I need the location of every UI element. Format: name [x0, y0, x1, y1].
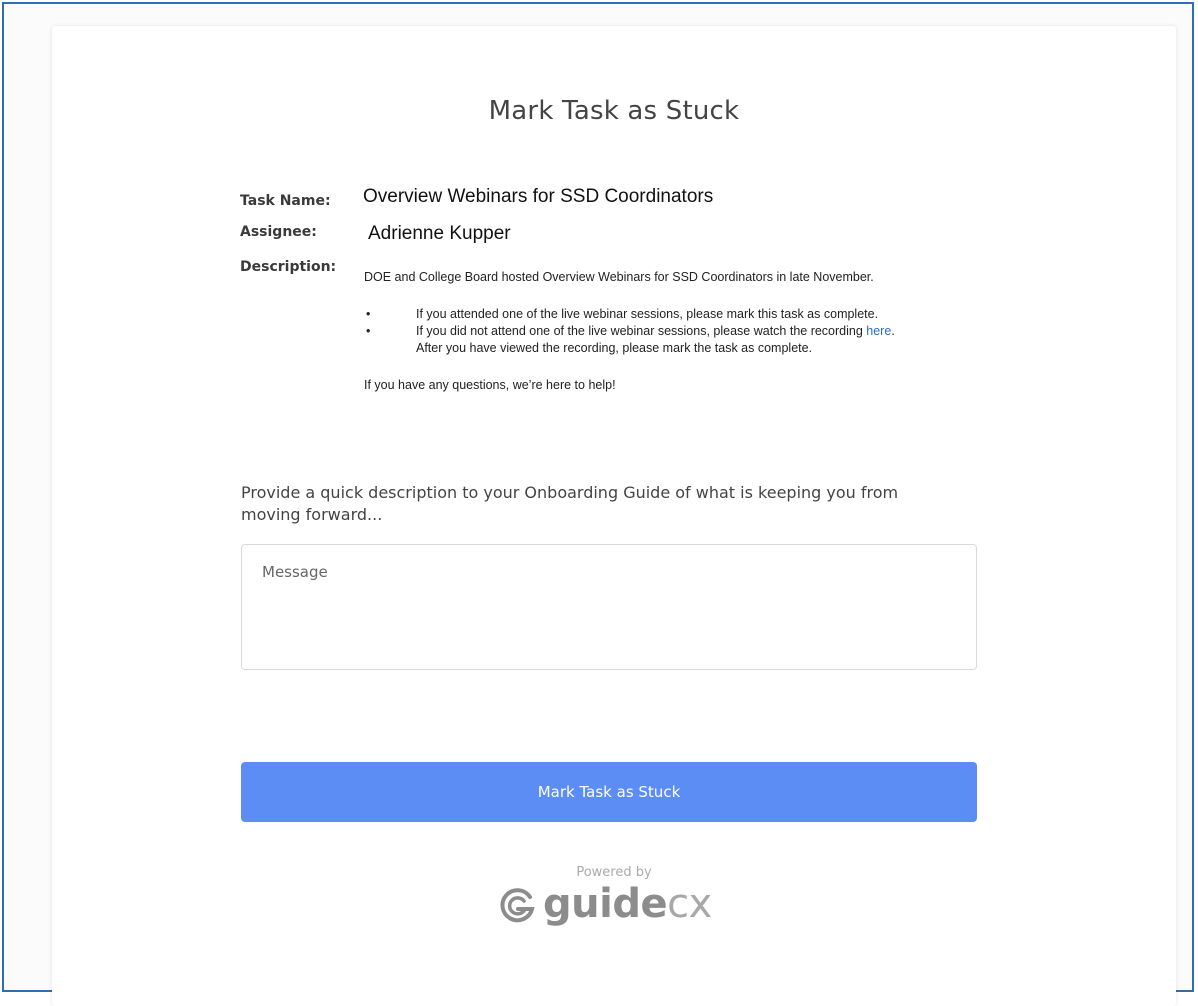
- bullet-1-text: If you attended one of the live webinar …: [416, 307, 879, 321]
- recording-link[interactable]: here: [866, 324, 891, 338]
- logo-text-cx: cx: [667, 881, 712, 927]
- assignee-label: Assignee:: [240, 224, 317, 240]
- description-list: • If you attended one of the live webina…: [364, 306, 1064, 357]
- guidecx-wordmark: guidecx: [543, 881, 712, 927]
- page-title: Mark Task as Stuck: [488, 96, 740, 126]
- mark-task-stuck-button[interactable]: Mark Task as Stuck: [241, 762, 977, 822]
- assignee-value: Adrienne Kupper: [368, 223, 511, 244]
- bullet-2-line2: After you have viewed the recording, ple…: [416, 341, 813, 355]
- message-input[interactable]: [241, 544, 977, 670]
- logo-text-guide: guide: [543, 881, 668, 927]
- bullet-icon: •: [366, 307, 371, 321]
- stuck-task-card: Mark Task as Stuck Task Name: Overview W…: [52, 26, 1176, 1006]
- task-name-label: Task Name:: [240, 193, 331, 209]
- list-item: • If you did not attend one of the live …: [364, 323, 1064, 357]
- guidecx-g-icon: [500, 888, 535, 923]
- description-intro: DOE and College Board hosted Overview We…: [364, 270, 874, 284]
- task-description: DOE and College Board hosted Overview We…: [364, 269, 1064, 394]
- outer-frame: Mark Task as Stuck Task Name: Overview W…: [2, 2, 1194, 1006]
- list-item: • If you attended one of the live webina…: [364, 306, 1064, 323]
- bullet-2-period: .: [891, 324, 895, 338]
- powered-by-text: Powered by: [576, 865, 652, 880]
- stuck-prompt: Provide a quick description to your Onbo…: [241, 483, 899, 524]
- guidecx-logo: guidecx: [497, 881, 737, 937]
- description-closing: If you have any questions, we’re here to…: [364, 378, 616, 392]
- task-name-value: Overview Webinars for SSD Coordinators: [363, 186, 714, 207]
- bullet-icon: •: [366, 324, 371, 338]
- description-label: Description:: [240, 259, 337, 275]
- bullet-2-text: If you did not attend one of the live we…: [416, 324, 867, 338]
